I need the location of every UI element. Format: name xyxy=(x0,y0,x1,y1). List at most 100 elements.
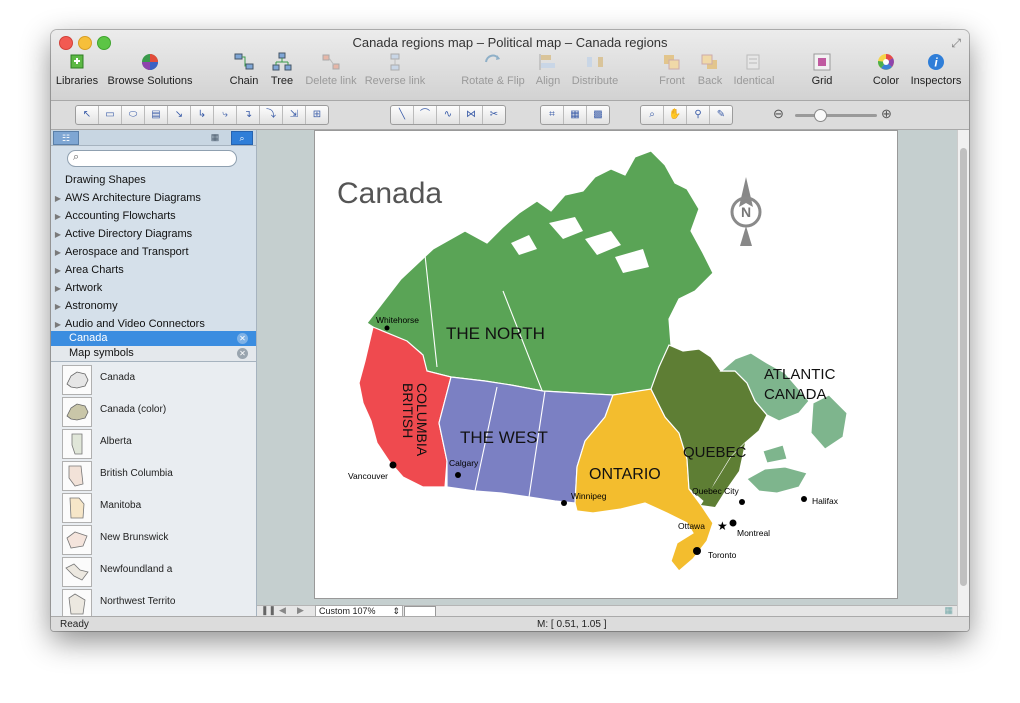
close-library-icon[interactable]: ✕ xyxy=(237,333,248,344)
library-category[interactable]: ▶ Active Directory Diagrams xyxy=(51,225,256,243)
disclosure-triangle-icon[interactable]: ▶ xyxy=(51,280,65,298)
shape-item-new-brunswick[interactable]: New Brunswick xyxy=(51,523,256,555)
view-tools-group: ⌕ ✋ ⚲ ✎ xyxy=(640,105,733,125)
compass-north-icon: N xyxy=(730,177,762,246)
city-toronto[interactable]: Toronto xyxy=(693,547,737,560)
disclosure-triangle-icon[interactable]: ▶ xyxy=(51,244,65,262)
bezier-tool-icon[interactable]: ∿ xyxy=(437,106,460,124)
distribute-button[interactable]: Distribute xyxy=(569,52,621,87)
library-tree-tab[interactable]: ☷ xyxy=(53,131,79,145)
canvas-area[interactable]: Canada N THE NORTH THE WEST ONTARIO QUEB… xyxy=(257,130,957,605)
city-ottawa[interactable]: ★ Ottawa xyxy=(678,519,728,533)
canada-map[interactable]: Canada N THE NORTH THE WEST ONTARIO QUEB… xyxy=(315,131,897,598)
city-halifax[interactable]: Halifax xyxy=(801,496,839,506)
open-library-map-symbols[interactable]: Map symbols ✕ xyxy=(51,346,256,362)
shape-item-northwest-territories[interactable]: Northwest Territo xyxy=(51,587,256,616)
arc-connector-tool-icon[interactable]: ⤵ xyxy=(260,106,283,124)
pointer-tool-icon[interactable]: ↖ xyxy=(76,106,99,124)
library-category[interactable]: ▶ Area Charts xyxy=(51,261,256,279)
text-tool-icon[interactable]: ▤ xyxy=(145,106,168,124)
inspectors-button[interactable]: i Inspectors xyxy=(909,52,963,87)
shape-item-alberta[interactable]: Alberta xyxy=(51,427,256,459)
city-quebec-city[interactable]: Quebec City xyxy=(692,486,745,505)
drawing-page[interactable]: Canada N THE NORTH THE WEST ONTARIO QUEB… xyxy=(314,130,898,599)
rotate-flip-button[interactable]: Rotate & Flip xyxy=(461,52,525,87)
connector-tool-icon[interactable]: ↘ xyxy=(168,106,191,124)
library-category[interactable]: ▶ Astronomy xyxy=(51,297,256,315)
pause-icon[interactable]: ❚❚ xyxy=(261,605,276,616)
fullscreen-icon[interactable]: ⤢ xyxy=(951,36,961,51)
round-connector-tool-icon[interactable]: ↴ xyxy=(237,106,260,124)
snap-icon[interactable]: ⌗ xyxy=(541,106,564,124)
zoom-tool-icon[interactable]: ⌕ xyxy=(641,106,664,124)
snap-grid-icon[interactable]: ▦ xyxy=(564,106,587,124)
next-page-icon[interactable]: ▶ xyxy=(297,605,304,616)
freehand-tool-icon[interactable]: ✂ xyxy=(483,106,505,124)
shape-item-canada-color[interactable]: Canada (color) xyxy=(51,395,256,427)
browse-solutions-button[interactable]: Browse Solutions xyxy=(105,52,195,87)
arc-tool-icon[interactable]: ⌒ xyxy=(414,106,437,124)
library-category[interactable]: ▶ Artwork xyxy=(51,279,256,297)
tree-button[interactable]: Tree xyxy=(265,52,299,87)
reverse-link-button[interactable]: Reverse link xyxy=(363,52,427,87)
info-icon: i xyxy=(928,54,944,70)
city-montreal[interactable]: Montreal xyxy=(729,519,771,539)
reverse-link-icon xyxy=(390,53,400,71)
zoom-slider[interactable] xyxy=(795,109,877,122)
identical-button[interactable]: Identical xyxy=(729,52,779,87)
chain-connector-tool-icon[interactable]: ⇲ xyxy=(283,106,306,124)
delete-link-button[interactable]: Delete link xyxy=(303,52,359,87)
previous-page-icon[interactable]: ◀ xyxy=(279,605,286,616)
shape-item-canada[interactable]: Canada xyxy=(51,363,256,395)
rectangle-tool-icon[interactable]: ▭ xyxy=(99,106,122,124)
svg-text:Quebec City: Quebec City xyxy=(692,486,740,496)
hand-tool-icon[interactable]: ✋ xyxy=(664,106,687,124)
svg-text:Vancouver: Vancouver xyxy=(348,471,388,481)
library-search-input[interactable]: ⌕ xyxy=(67,150,237,167)
vertical-scroll-thumb[interactable] xyxy=(960,148,967,586)
smart-connector-tool-icon[interactable]: ⤷ xyxy=(214,106,237,124)
disclosure-triangle-icon[interactable]: ▶ xyxy=(51,226,65,244)
library-category[interactable]: Drawing Shapes xyxy=(51,171,256,189)
polyline-tool-icon[interactable]: ⋈ xyxy=(460,106,483,124)
manitoba-thumbnail xyxy=(62,493,92,523)
eyedropper-tool-icon[interactable]: ✎ xyxy=(710,106,732,124)
disclosure-triangle-icon[interactable]: ▶ xyxy=(51,262,65,280)
grid-view-icon[interactable]: ▦ xyxy=(206,131,224,143)
status-bar: Ready M: [ 0.51, 1.05 ] xyxy=(51,616,969,631)
shape-item-british-columbia[interactable]: British Columbia xyxy=(51,459,256,491)
snap-shapes-icon[interactable]: ▩ xyxy=(587,106,609,124)
vertical-scrollbar[interactable] xyxy=(957,130,969,616)
ellipse-tool-icon[interactable]: ⬭ xyxy=(122,106,145,124)
disclosure-triangle-icon[interactable]: ▶ xyxy=(51,208,65,226)
canada-color-thumbnail xyxy=(62,397,92,427)
search-tab-icon[interactable]: ⌕ xyxy=(231,131,253,145)
close-library-icon[interactable]: ✕ xyxy=(237,348,248,359)
disclosure-triangle-icon[interactable]: ▶ xyxy=(51,298,65,316)
library-category[interactable]: ▶ AWS Architecture Diagrams xyxy=(51,189,256,207)
open-library-canada[interactable]: Canada ✕ xyxy=(51,331,256,346)
curved-connector-tool-icon[interactable]: ↳ xyxy=(191,106,214,124)
color-button[interactable]: Color xyxy=(869,52,903,87)
resize-corner-icon[interactable]: ▦ xyxy=(944,605,953,616)
library-category[interactable]: ▶ Aerospace and Transport xyxy=(51,243,256,261)
zoom-slider-knob[interactable] xyxy=(814,109,827,122)
library-category[interactable]: ▶ Accounting Flowcharts xyxy=(51,207,256,225)
libraries-button[interactable]: Libraries xyxy=(55,52,99,87)
stamp-tool-icon[interactable]: ⚲ xyxy=(687,106,710,124)
bring-to-front-icon xyxy=(664,55,680,70)
insert-tool-icon[interactable]: ⊞ xyxy=(306,106,328,124)
zoom-out-icon[interactable]: ⊖ xyxy=(773,106,784,122)
chain-button[interactable]: Chain xyxy=(227,52,261,87)
search-icon: ⌕ xyxy=(73,151,80,163)
bring-front-button[interactable]: Front xyxy=(655,52,689,87)
grid-button[interactable]: Grid xyxy=(805,52,839,87)
align-button[interactable]: Align xyxy=(531,52,565,87)
send-back-button[interactable]: Back xyxy=(693,52,727,87)
city-vancouver[interactable]: Vancouver xyxy=(348,461,397,482)
shape-item-manitoba[interactable]: Manitoba xyxy=(51,491,256,523)
zoom-in-icon[interactable]: ⊕ xyxy=(881,106,892,122)
disclosure-triangle-icon[interactable]: ▶ xyxy=(51,190,65,208)
shape-item-newfoundland[interactable]: Newfoundland a xyxy=(51,555,256,587)
line-tool-icon[interactable]: ╲ xyxy=(391,106,414,124)
